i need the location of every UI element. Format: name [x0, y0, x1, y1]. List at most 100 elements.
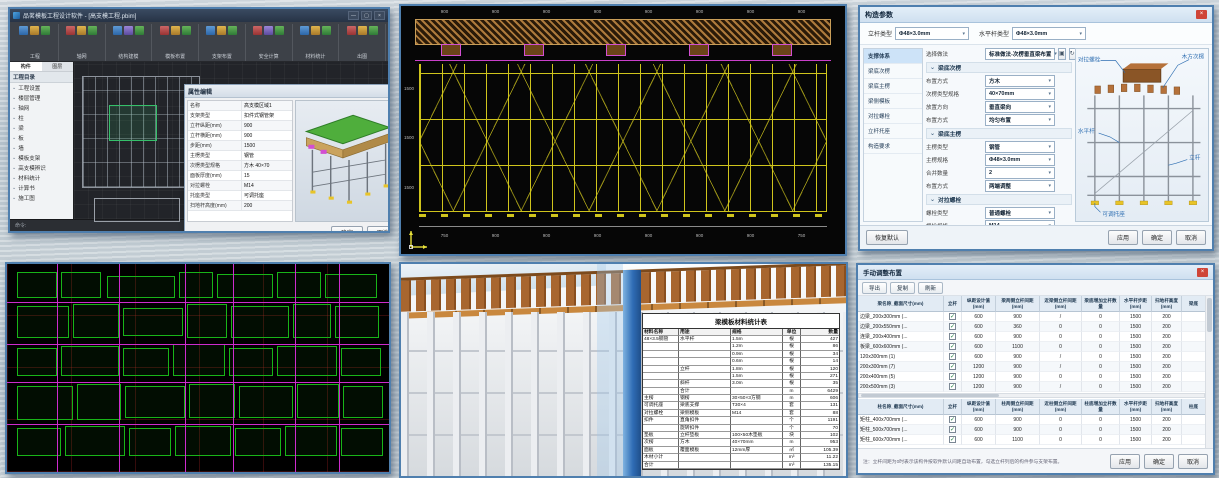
checkbox-checked-icon[interactable]: ✓: [949, 373, 956, 380]
ribbon-tool-icon[interactable]: [171, 26, 180, 35]
cell-step-distance[interactable]: 1500: [1120, 435, 1152, 445]
table-header-cell[interactable]: 纵距设计值(mm): [962, 399, 996, 415]
cell-design-spacing[interactable]: 600: [962, 342, 996, 352]
cell-sweep-height[interactable]: 200: [1152, 435, 1182, 445]
field-select[interactable]: Φ48×3.0mm: [985, 154, 1055, 166]
cell-sweep-height[interactable]: 200: [1152, 382, 1182, 392]
cell-side-spacing[interactable]: 1100: [996, 435, 1040, 445]
table-header-cell[interactable]: 水平杆步距(mm): [1120, 399, 1152, 415]
restore-default-button[interactable]: 恢复默认: [866, 230, 908, 245]
ribbon-tool-icon[interactable]: [182, 26, 191, 35]
cell-extra-poles[interactable]: 0: [1082, 312, 1120, 322]
tree-tab[interactable]: 构件: [10, 62, 42, 71]
checkbox-checked-icon[interactable]: ✓: [949, 363, 956, 370]
cell-pole-check[interactable]: ✓: [944, 435, 962, 445]
window-control-button[interactable]: —: [348, 11, 359, 20]
cell-near-spacing[interactable]: 0: [1040, 425, 1082, 435]
field-select[interactable]: 2: [985, 167, 1055, 179]
dialog-button[interactable]: 取消: [1178, 454, 1208, 469]
cell-pole-check[interactable]: ✓: [944, 332, 962, 342]
dialog-title-bar[interactable]: 属性编辑 ×: [185, 85, 390, 98]
cell-pole-check[interactable]: ✓: [944, 382, 962, 392]
ribbon-tool-icon[interactable]: [300, 26, 309, 35]
ribbon-tool-icon[interactable]: [217, 26, 226, 35]
cell-near-spacing[interactable]: /: [1040, 382, 1082, 392]
table-header-cell[interactable]: 近柱侧立杆间距(mm): [1040, 399, 1082, 415]
property-row[interactable]: 扫地杆高度(mm) 200: [188, 201, 292, 211]
dialog-button[interactable]: 确定: [1142, 230, 1172, 245]
cell-design-spacing[interactable]: 600: [962, 415, 996, 425]
cancel-button[interactable]: 取消: [367, 226, 390, 233]
ribbon-tool-icon[interactable]: [30, 26, 39, 35]
cell-design-spacing[interactable]: 1200: [962, 362, 996, 372]
dialog-button[interactable]: 应用: [1108, 230, 1138, 245]
ribbon-tool-icon[interactable]: [358, 26, 367, 35]
cell-pole-check[interactable]: ✓: [944, 415, 962, 425]
checkbox-checked-icon[interactable]: ✓: [949, 323, 956, 330]
property-row[interactable]: 托座类型 可调托座: [188, 191, 292, 201]
command-prompt[interactable]: 命令:: [15, 222, 26, 229]
table-header-cell[interactable]: 水平杆步距(mm): [1120, 296, 1152, 312]
checkbox-checked-icon[interactable]: ✓: [949, 416, 956, 423]
cell-sweep-height[interactable]: 200: [1152, 415, 1182, 425]
checkbox-checked-icon[interactable]: ✓: [949, 333, 956, 340]
cell-sweep-height[interactable]: 200: [1152, 352, 1182, 362]
cell-design-spacing[interactable]: 600: [962, 435, 996, 445]
cell-step-distance[interactable]: 1500: [1120, 352, 1152, 362]
cell-near-spacing[interactable]: 0: [1040, 342, 1082, 352]
cell-sweep-height[interactable]: 200: [1152, 332, 1182, 342]
horizontal-pole-type-select[interactable]: Φ48×3.0mm: [1012, 27, 1086, 40]
toolbar-button[interactable]: 导出: [862, 282, 887, 294]
cad-plan-view[interactable]: [5, 262, 391, 474]
cell-extra-poles[interactable]: 0: [1082, 372, 1120, 382]
window-control-button[interactable]: ▢: [361, 11, 372, 20]
close-icon[interactable]: ×: [389, 87, 390, 96]
cell-step-distance[interactable]: 1500: [1120, 362, 1152, 372]
ribbon-tool-icon[interactable]: [275, 26, 284, 35]
cell-step-distance[interactable]: 1500: [1120, 425, 1152, 435]
cell-side-spacing[interactable]: 900: [996, 382, 1040, 392]
cell-design-spacing[interactable]: 600: [962, 322, 996, 332]
vertical-pole-type-select[interactable]: Φ48×3.0mm: [895, 27, 969, 40]
cell-near-spacing[interactable]: 0: [1040, 322, 1082, 332]
tree-item[interactable]: ⌄ 材料统计: [10, 173, 73, 183]
ribbon-tool-icon[interactable]: [66, 26, 75, 35]
table-row[interactable]: 连梁_200x400mm (... ✓ 600 900 0 0 1500 200: [858, 332, 1205, 342]
dialog-title-bar[interactable]: 手动调整布置 ×: [858, 265, 1213, 280]
table-header-cell[interactable]: 柱底: [1182, 399, 1205, 415]
close-icon[interactable]: ×: [1196, 10, 1207, 19]
tree-item[interactable]: ⌄ 工程设置: [10, 83, 73, 93]
cell-extra-poles[interactable]: 0: [1082, 322, 1120, 332]
dialog-button[interactable]: 确定: [1144, 454, 1174, 469]
cell-side-spacing[interactable]: 360: [996, 322, 1040, 332]
property-row[interactable]: 支架类型 扣件式钢管架: [188, 111, 292, 121]
ribbon-tool-icon[interactable]: [311, 26, 320, 35]
cell-side-spacing[interactable]: 900: [996, 332, 1040, 342]
scrollbar-thumb[interactable]: [1207, 298, 1212, 332]
cell-step-distance[interactable]: 1500: [1120, 372, 1152, 382]
tree-tab[interactable]: 图层: [42, 62, 74, 71]
close-icon[interactable]: ×: [1197, 268, 1208, 277]
table-header-cell[interactable]: 梁两侧立杆间距(mm): [996, 296, 1040, 312]
checkbox-checked-icon[interactable]: ✓: [949, 343, 956, 350]
preset-select[interactable]: 标准做法-次楞垂直梁布置: [985, 48, 1055, 60]
property-row[interactable]: 次楞类型规格 方木 40×70: [188, 161, 292, 171]
cell-design-spacing[interactable]: 600: [962, 352, 996, 362]
table-header-cell[interactable]: 柱底增加立杆数量: [1082, 399, 1120, 415]
table-row[interactable]: 120x300mm (1) ✓ 600 900 / 0 1500 200: [858, 352, 1205, 362]
table-header-cell[interactable]: 纵距设计值(mm): [962, 296, 996, 312]
dialog-button[interactable]: 应用: [1110, 454, 1140, 469]
field-select[interactable]: 方木: [985, 75, 1055, 87]
category-item[interactable]: 立杆托座: [864, 124, 922, 139]
group-header[interactable]: ⌄ 梁底次楞: [926, 62, 1072, 73]
table-header-cell[interactable]: 立杆: [944, 399, 962, 415]
table-header-cell[interactable]: 柱两侧立杆间距(mm): [996, 399, 1040, 415]
group-header[interactable]: ⌄ 梁底主楞: [926, 128, 1072, 139]
cell-near-spacing[interactable]: /: [1040, 362, 1082, 372]
table-header-cell[interactable]: 梁底增加立杆数量: [1082, 296, 1120, 312]
table-row[interactable]: 矩柱_500x700mm (... ✓ 600 900 0 0 1500 200: [858, 425, 1205, 435]
vertical-scrollbar[interactable]: [1205, 296, 1213, 448]
field-select[interactable]: 钢管: [985, 141, 1055, 153]
scrollbar-thumb[interactable]: [861, 394, 999, 397]
field-select[interactable]: 两端调整: [985, 180, 1055, 192]
